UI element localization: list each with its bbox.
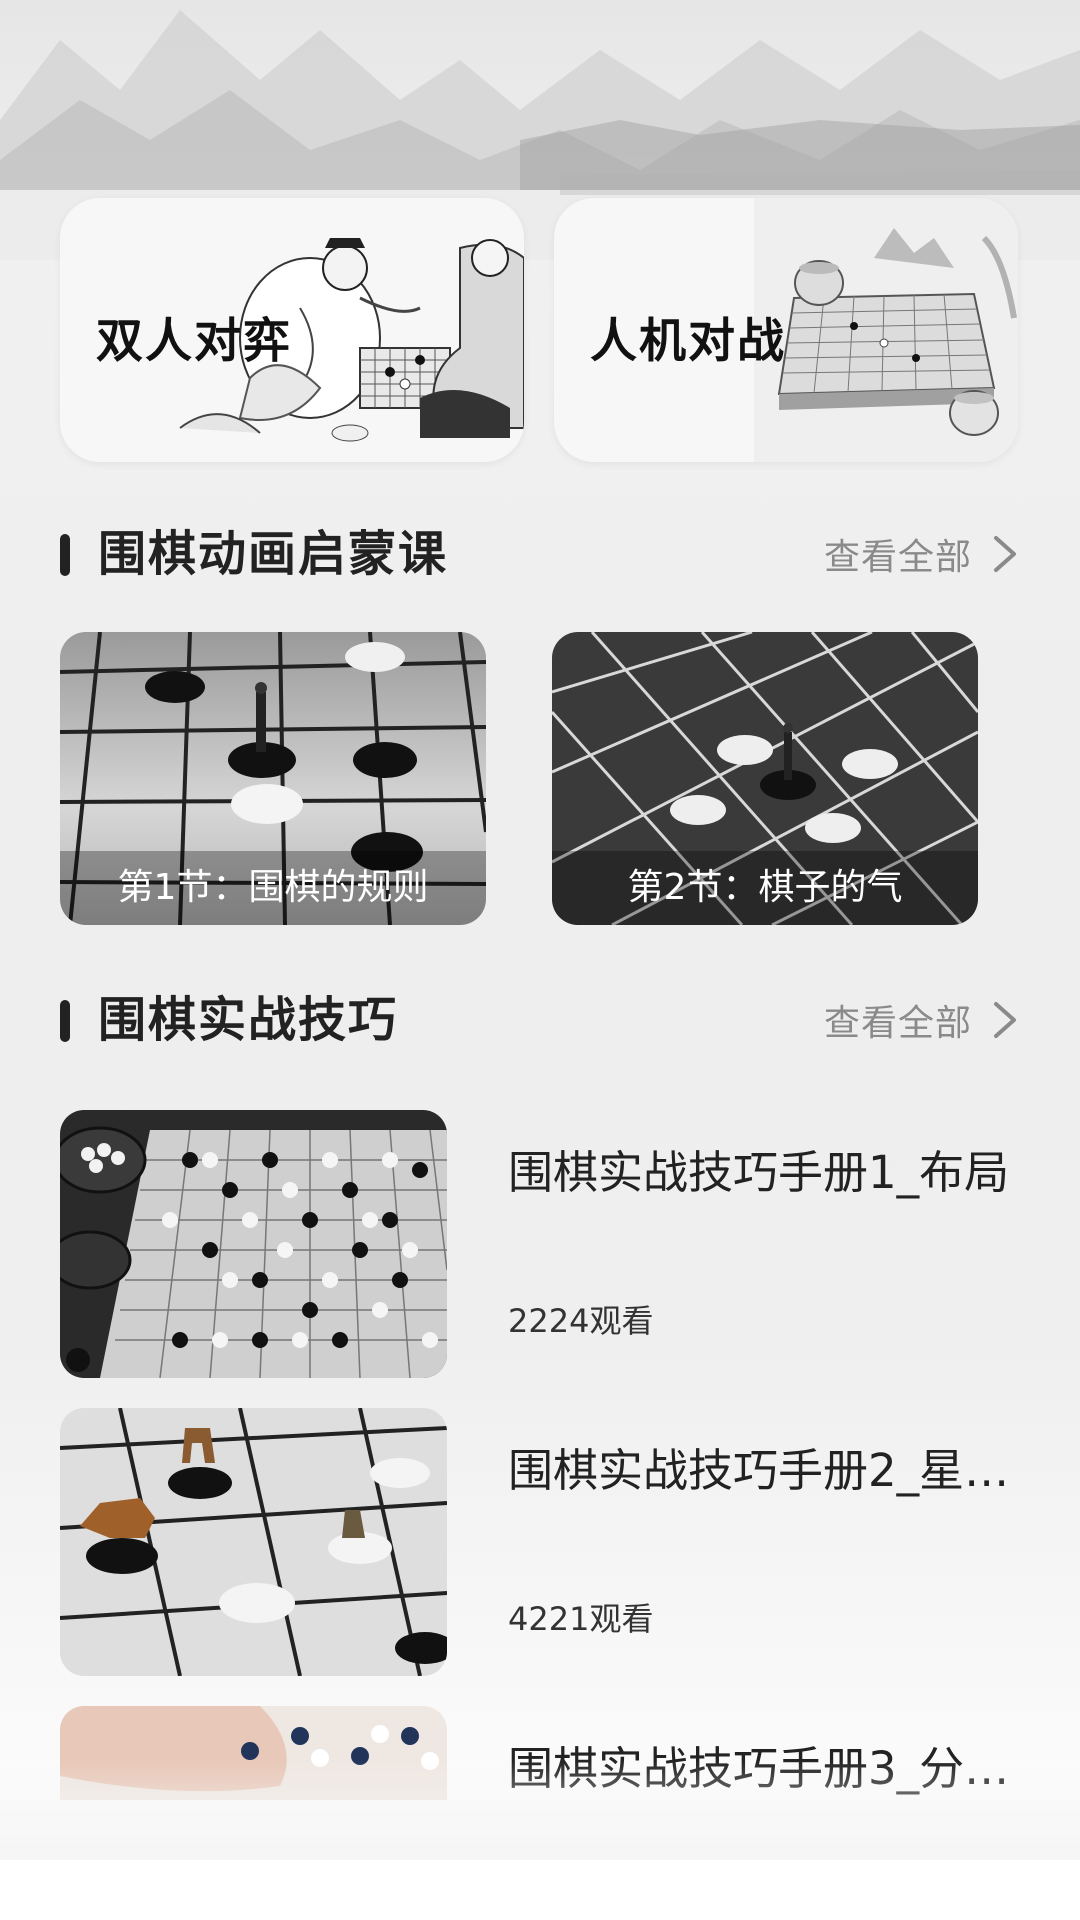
techniques-title: 围棋实战技巧 [98, 992, 399, 1048]
view-all-label: 查看全部 [823, 537, 972, 578]
two-player-mode-label: 双人对弈 [96, 314, 292, 369]
chevron-right-icon [994, 1002, 1016, 1038]
section-accent-bar [60, 534, 70, 576]
section-accent-bar [60, 1000, 70, 1042]
technique-2-thumbnail [60, 1408, 447, 1676]
view-all-label: 查看全部 [823, 1003, 972, 1044]
bottom-blank-area [0, 1860, 1080, 1920]
technique-2-title: 围棋实战技巧手册2_星… [508, 1444, 1010, 1497]
technique-list-item-1[interactable]: 围棋实战技巧手册1_布局 2224观看 [60, 1110, 1020, 1378]
techniques-view-all-button[interactable]: 查看全部 [824, 988, 1020, 1052]
two-player-mode-card[interactable]: 双人对弈 [60, 198, 524, 462]
animation-lessons-title: 围棋动画启蒙课 [98, 526, 449, 582]
animation-lessons-header: 围棋动画启蒙课 查看全部 [60, 522, 1020, 586]
technique-1-views: 2224观看 [508, 1302, 654, 1340]
technique-1-thumbnail [60, 1110, 447, 1378]
vs-computer-mode-card[interactable]: 人机对战 [554, 198, 1018, 462]
list-fade-overlay [0, 1760, 1080, 1860]
lesson-card-2[interactable]: 第2节：棋子的气 [552, 632, 978, 925]
technique-1-title: 围棋实战技巧手册1_布局 [508, 1146, 1010, 1199]
lesson-2-caption: 第2节：棋子的气 [552, 851, 978, 925]
technique-list-item-2[interactable]: 围棋实战技巧手册2_星… 4221观看 [60, 1408, 1020, 1676]
animation-lessons-view-all-button[interactable]: 查看全部 [824, 522, 1020, 586]
lesson-1-caption: 第1节：围棋的规则 [60, 851, 486, 925]
technique-2-views: 4221观看 [508, 1600, 654, 1638]
go-home-page: 双人对弈 人机对战 围棋动画启蒙课 查看全部 第1节：围棋的规则 第2节：棋子的… [0, 0, 1080, 1920]
lesson-card-1[interactable]: 第1节：围棋的规则 [60, 632, 486, 925]
chevron-right-icon [994, 536, 1016, 572]
vs-computer-mode-label: 人机对战 [590, 314, 786, 369]
techniques-header: 围棋实战技巧 查看全部 [60, 988, 1020, 1052]
